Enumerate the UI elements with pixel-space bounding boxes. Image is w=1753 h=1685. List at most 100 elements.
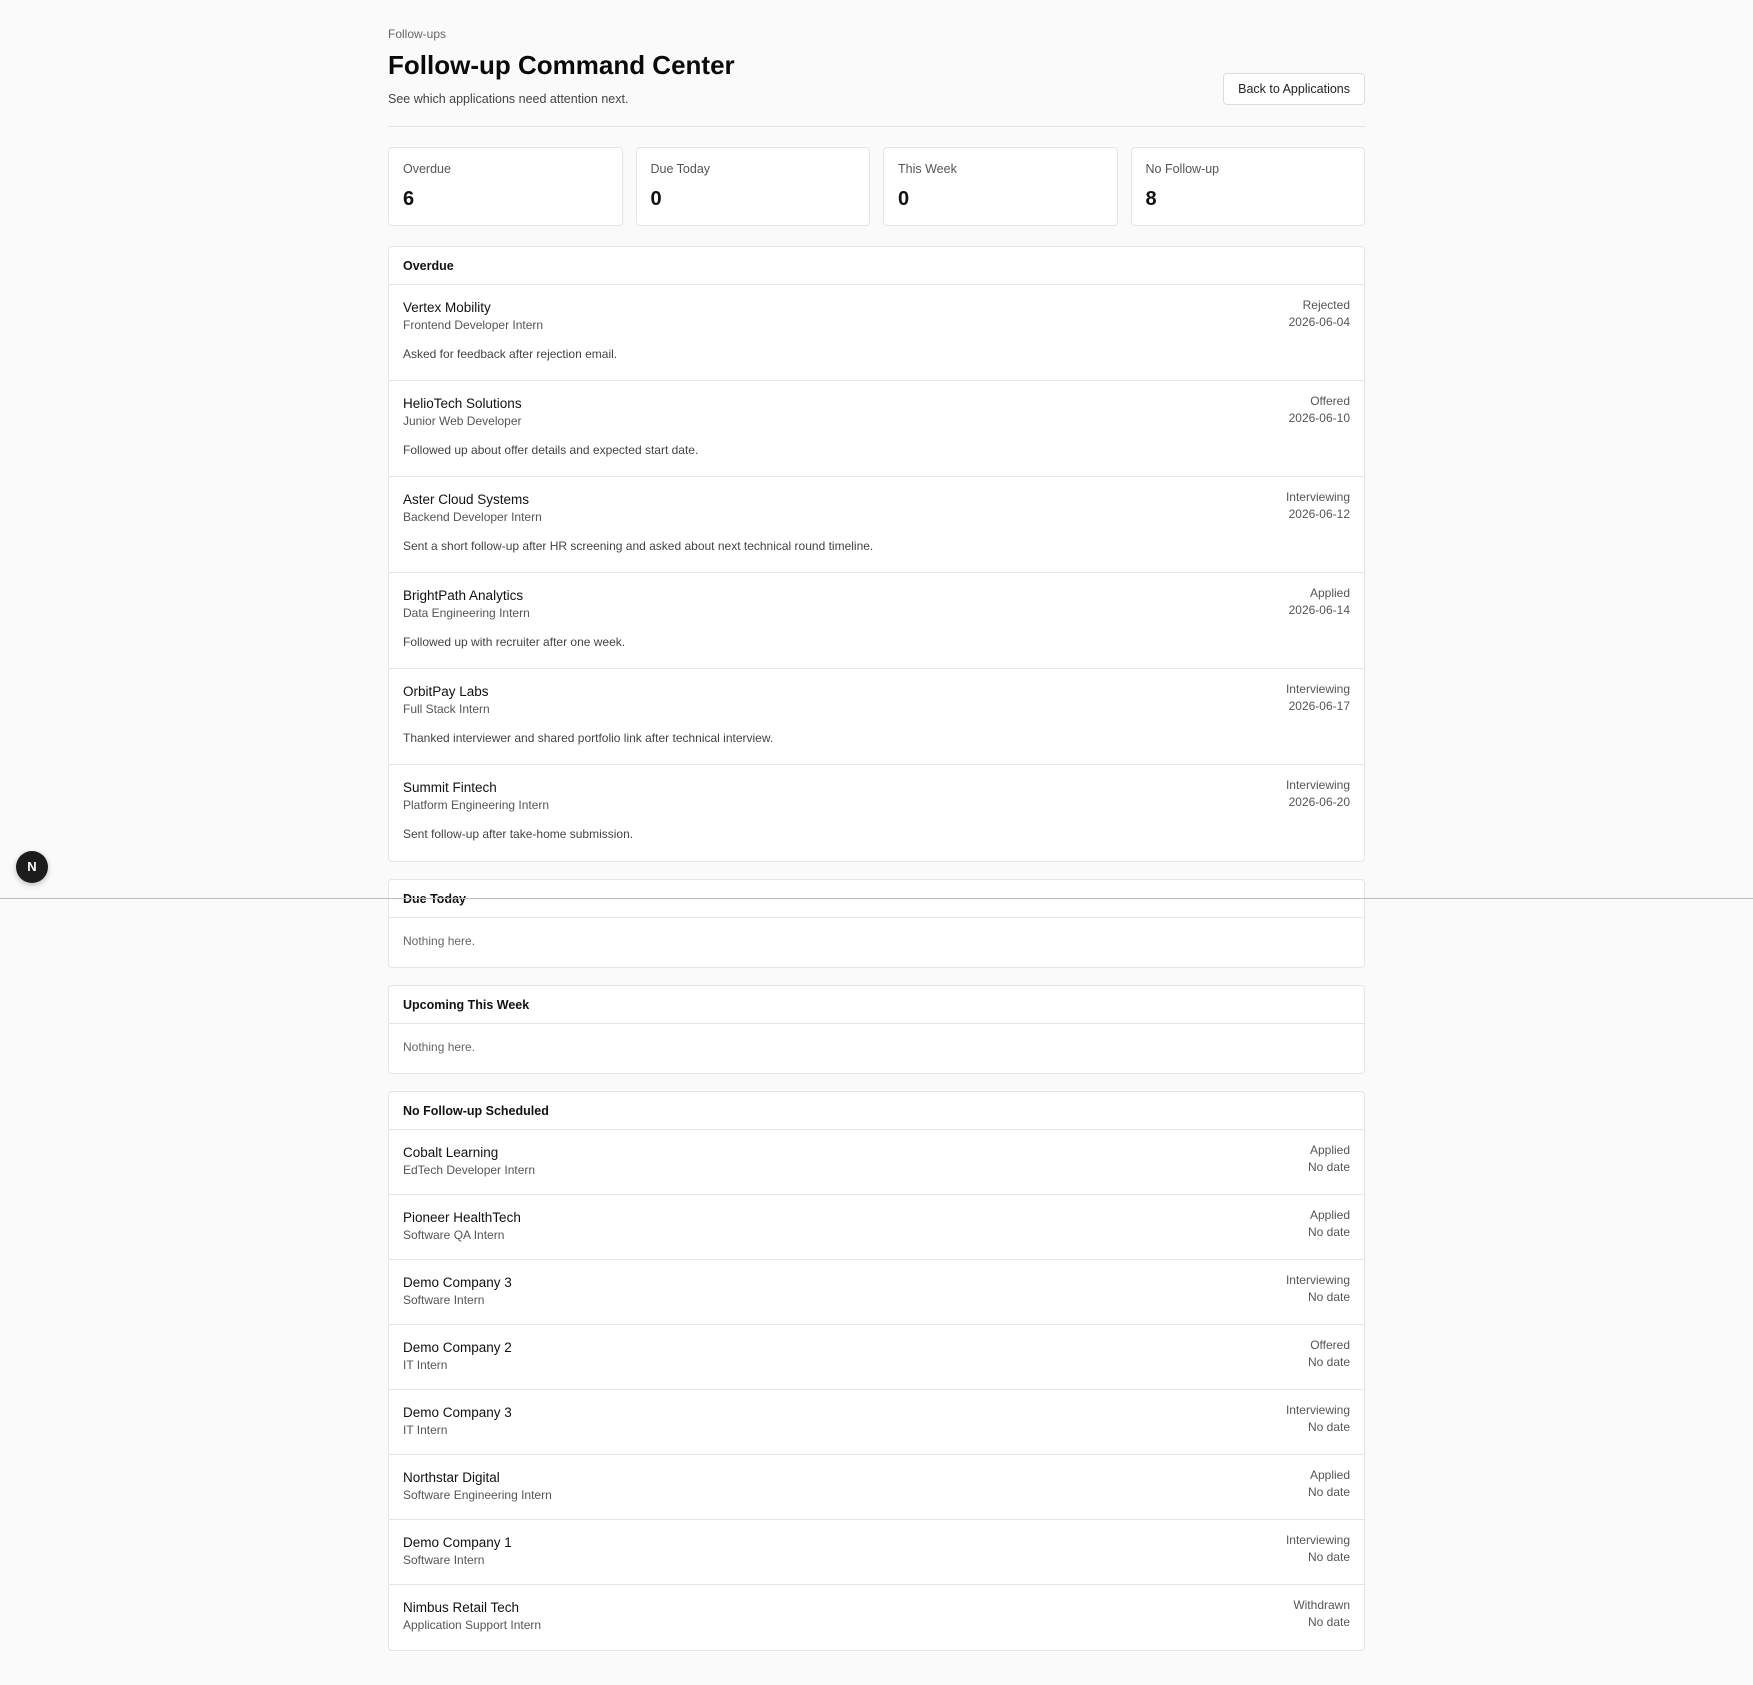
list-item[interactable]: OrbitPay Labs Full Stack Intern Thanked … [389,669,1364,765]
page-header: Follow-ups Follow-up Command Center See … [388,0,1365,127]
follow-up-date: 2026-06-14 [1288,603,1350,617]
company-name: Pioneer HealthTech [403,1210,521,1225]
status-label: Interviewing [1285,1533,1350,1547]
follow-up-date: No date [1307,1615,1350,1629]
section-overdue: Overdue Vertex Mobility Frontend Develop… [388,246,1365,862]
stat-label: This Week [898,162,957,176]
status-label: Interviewing [1285,1403,1350,1417]
stat-label: No Follow-up [1145,162,1220,176]
horizontal-divider [0,898,1753,899]
company-name: Demo Company 2 [403,1340,512,1355]
stat-card-overdue: Overdue 6 [388,147,623,226]
role-title: Software Engineering Intern [403,1488,552,1502]
stats-row: Overdue 6 Due Today 0 This Week 0 No Fol… [388,147,1365,226]
status-label: Applied [1309,1208,1350,1222]
stat-label: Overdue [403,162,451,176]
page-subtitle: See which applications need attention ne… [388,92,629,106]
status-label: Offered [1310,394,1350,408]
follow-up-date: No date [1307,1290,1350,1304]
section-due-today: Due Today Nothing here. [388,879,1365,968]
list-item[interactable]: Demo Company 1 Software Intern Interview… [389,1520,1364,1585]
role-title: EdTech Developer Intern [403,1163,536,1177]
role-title: Full Stack Intern [403,702,490,716]
company-name: OrbitPay Labs [403,684,489,699]
page-title: Follow-up Command Center [388,50,735,80]
stat-value: 0 [650,188,662,210]
follow-up-date: No date [1307,1420,1350,1434]
stat-card-due-today: Due Today 0 [635,147,870,226]
stat-value: 0 [898,188,910,210]
follow-up-note: Followed up with recruiter after one wee… [403,635,626,649]
follow-up-date: 2026-06-12 [1288,507,1350,521]
status-label: Rejected [1302,298,1350,312]
stat-label: Due Today [650,162,711,176]
status-label: Applied [1309,1468,1350,1482]
follow-up-date: No date [1307,1160,1350,1174]
list-item[interactable]: Aster Cloud Systems Backend Developer In… [389,477,1364,573]
section-upcoming-this-week: Upcoming This Week Nothing here. [388,985,1365,1074]
role-title: Software Intern [403,1293,485,1307]
stat-card-no-followup: No Follow-up 8 [1130,147,1365,226]
n-logo-icon[interactable]: N [16,851,48,883]
list-item[interactable]: Pioneer HealthTech Software QA Intern Ap… [389,1195,1364,1260]
role-title: Backend Developer Intern [403,510,542,524]
list-item[interactable]: Northstar Digital Software Engineering I… [389,1455,1364,1520]
company-name: Demo Company 3 [403,1275,512,1290]
status-label: Applied [1309,1143,1350,1157]
section-title: Upcoming This Week [389,986,1364,1024]
list-item[interactable]: Nimbus Retail Tech Application Support I… [389,1585,1364,1650]
role-title: Junior Web Developer [403,414,522,428]
section-title: Due Today [389,880,1364,918]
follow-up-note: Asked for feedback after rejection email… [403,347,618,361]
company-name: BrightPath Analytics [403,588,524,603]
company-name: HelioTech Solutions [403,396,522,411]
follow-up-date: No date [1307,1550,1350,1564]
page-container: Follow-ups Follow-up Command Center See … [388,0,1365,1651]
empty-state: Nothing here. [403,1040,476,1054]
follow-up-date: 2026-06-20 [1288,795,1350,809]
eyebrow-label: Follow-ups [388,27,447,41]
follow-up-note: Sent follow-up after take-home submissio… [403,827,634,841]
status-label: Interviewing [1285,778,1350,792]
list-item[interactable]: HelioTech Solutions Junior Web Developer… [389,381,1364,477]
company-name: Demo Company 1 [403,1535,512,1550]
follow-up-date: 2026-06-17 [1288,699,1350,713]
company-name: Vertex Mobility [403,300,491,315]
company-name: Aster Cloud Systems [403,492,530,507]
stat-card-this-week: This Week 0 [883,147,1118,226]
status-label: Interviewing [1285,682,1350,696]
status-label: Interviewing [1285,1273,1350,1287]
follow-up-date: No date [1307,1355,1350,1369]
list-item[interactable]: Demo Company 3 IT Intern Interviewing No… [389,1390,1364,1455]
role-title: Data Engineering Intern [403,606,530,620]
follow-up-date: 2026-06-04 [1288,315,1350,329]
list-item[interactable]: Summit Fintech Platform Engineering Inte… [389,765,1364,861]
list-item[interactable]: Vertex Mobility Frontend Developer Inter… [389,285,1364,381]
list-item[interactable]: BrightPath Analytics Data Engineering In… [389,573,1364,669]
list-item[interactable]: Demo Company 3 Software Intern Interview… [389,1260,1364,1325]
status-label: Withdrawn [1293,1598,1350,1612]
role-title: IT Intern [403,1423,448,1437]
status-label: Interviewing [1285,490,1350,504]
company-name: Nimbus Retail Tech [403,1600,520,1615]
role-title: IT Intern [403,1358,448,1372]
stat-value: 8 [1145,188,1157,210]
section-title: Overdue [389,247,1364,285]
company-name: Summit Fintech [403,780,497,795]
status-label: Applied [1309,586,1350,600]
section-no-followup: No Follow-up Scheduled Cobalt Learning E… [388,1091,1365,1651]
company-name: Northstar Digital [403,1470,500,1485]
list-item[interactable]: Cobalt Learning EdTech Developer Intern … [389,1130,1364,1195]
empty-state: Nothing here. [403,934,476,948]
follow-up-date: 2026-06-10 [1288,411,1350,425]
company-name: Cobalt Learning [403,1145,499,1160]
role-title: Application Support Intern [403,1618,542,1632]
stat-value: 6 [403,188,415,210]
role-title: Frontend Developer Intern [403,318,544,332]
follow-up-note: Thanked interviewer and shared portfolio… [403,731,774,745]
back-to-applications-button[interactable]: Back to Applications [1223,73,1365,105]
follow-up-date: No date [1307,1485,1350,1499]
role-title: Software QA Intern [403,1228,505,1242]
list-item[interactable]: Demo Company 2 IT Intern Offered No date [389,1325,1364,1390]
section-title: No Follow-up Scheduled [389,1092,1364,1130]
